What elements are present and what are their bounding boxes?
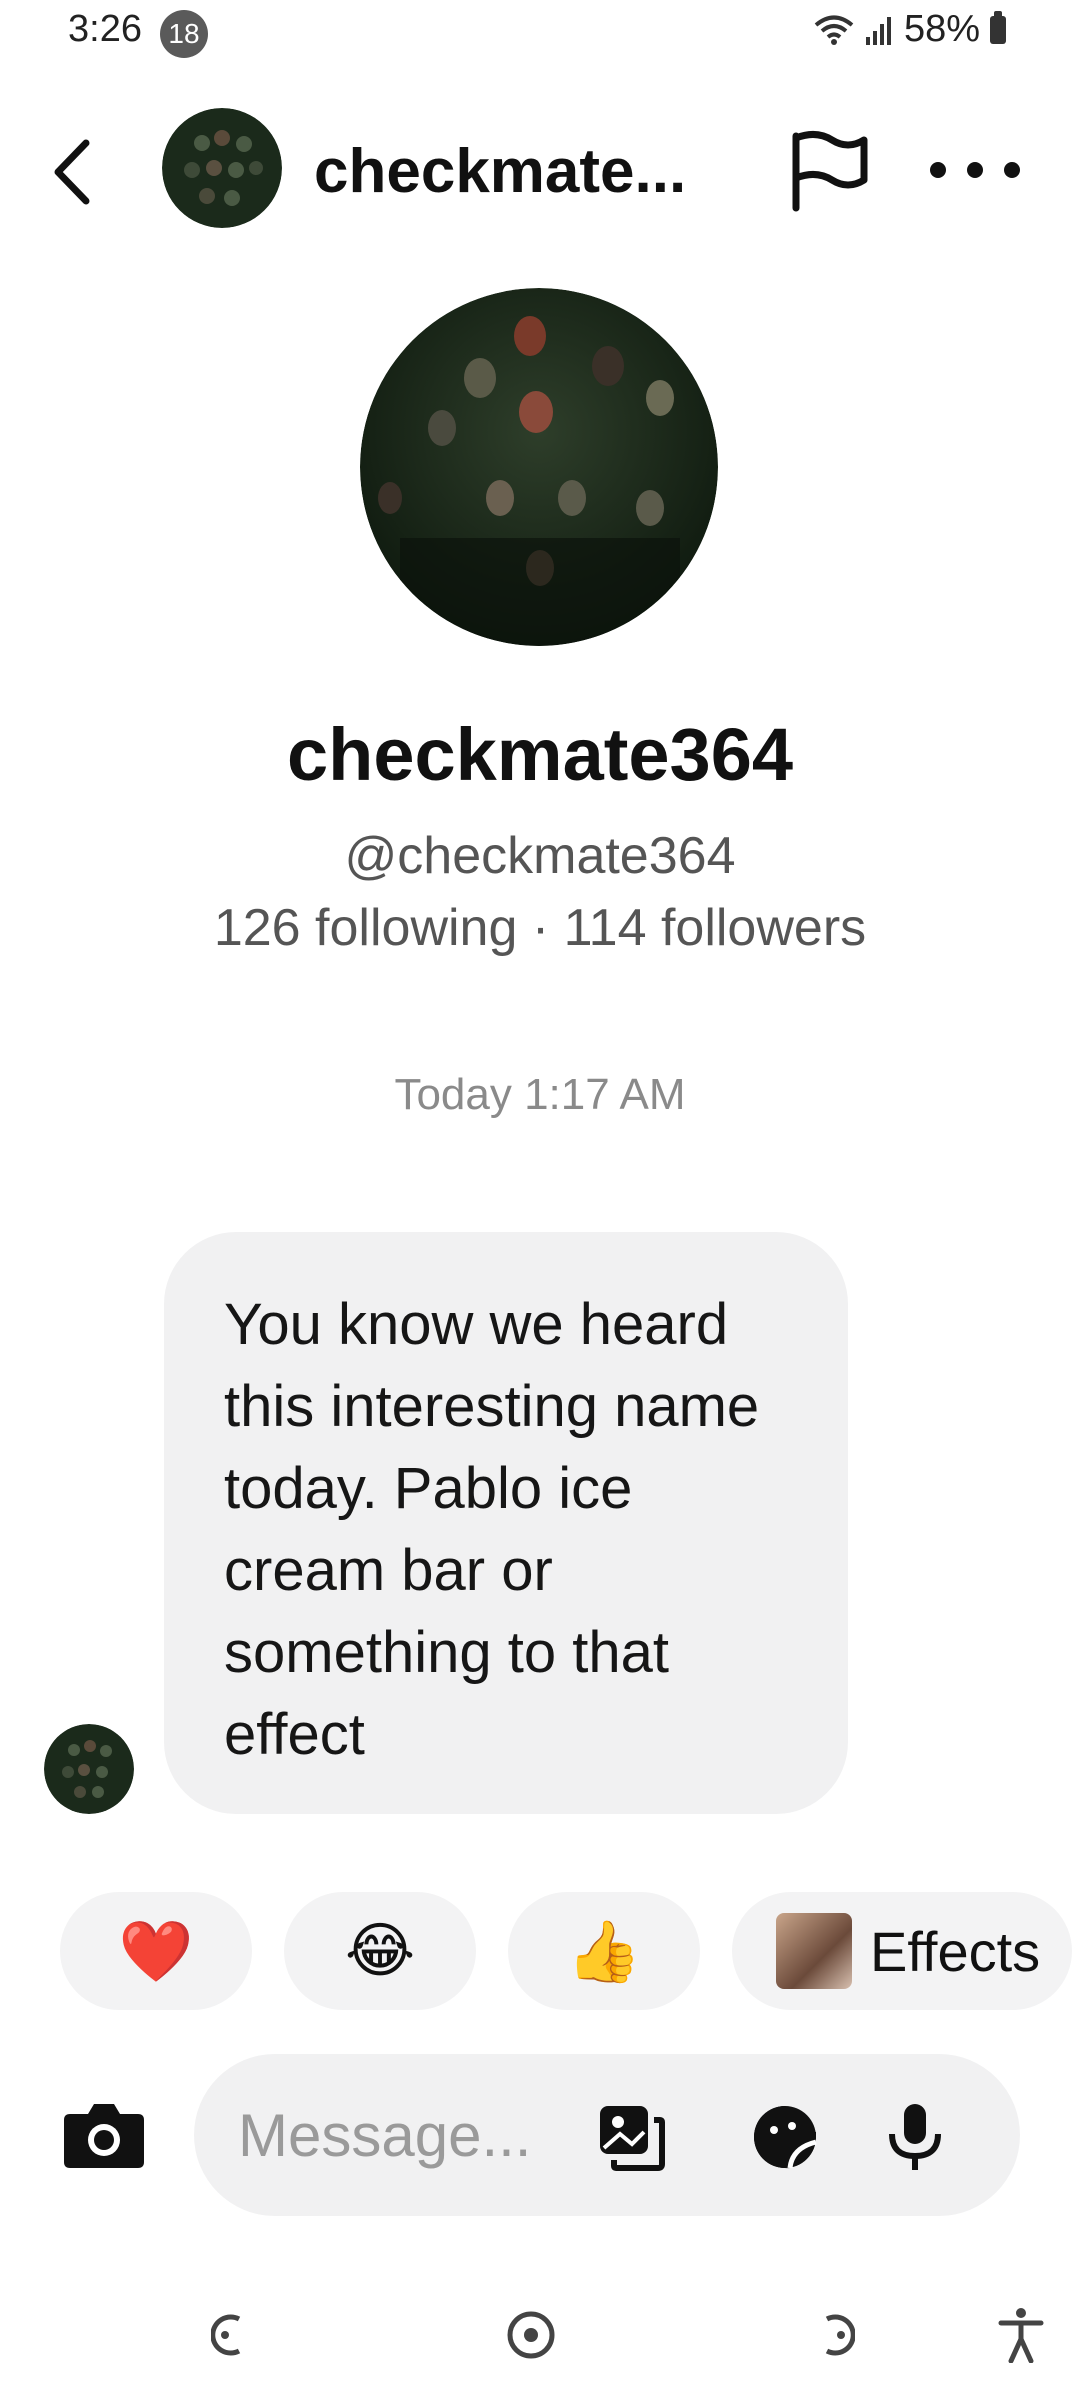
accessibility-icon[interactable] [986,2300,1056,2370]
message-bubble[interactable]: You know we heard this interesting name … [164,1232,848,1814]
message-composer [194,2054,1020,2216]
nav-back-icon[interactable] [196,2300,266,2370]
notification-count-badge: 18 [160,10,208,58]
profile-avatar[interactable] [360,288,718,646]
nav-home-icon[interactable] [496,2300,566,2370]
status-indicators: 58% [814,8,1006,51]
dot [930,162,946,178]
reaction-laughing-button[interactable]: 😂 [284,1892,476,2010]
chevron-left-icon [54,139,90,205]
report-flag-icon[interactable] [786,128,870,212]
profile-display-name: checkmate364 [286,713,794,796]
nav-recents-icon[interactable] [800,2300,870,2370]
effects-label: Effects [870,1919,1041,1983]
profile-handle: @checkmate364 [344,827,736,885]
message-timestamp: Today 1:17 AM [394,1070,686,1119]
dot [1004,162,1020,178]
gallery-icon[interactable] [596,2102,666,2172]
reaction-thumbs-up-button[interactable]: 👍 [508,1892,700,2010]
sticker-icon[interactable] [750,2102,820,2172]
header-username[interactable]: checkmate... [314,136,686,207]
camera-icon[interactable] [60,2096,148,2172]
status-time: 3:26 [68,8,142,50]
more-options-button[interactable] [930,140,1020,200]
wifi-icon [814,15,854,45]
microphone-icon[interactable] [880,2102,950,2172]
message-input[interactable] [238,2100,598,2170]
back-button[interactable] [52,132,112,212]
effects-button[interactable]: Effects [732,1892,1072,2010]
battery-percent: 58% [903,8,980,50]
signal-icon [865,16,891,45]
battery-icon [990,10,1006,44]
dot [967,162,983,178]
header-avatar[interactable] [162,108,282,228]
sender-avatar[interactable] [44,1724,134,1814]
quick-reactions: ❤️ 😂 👍 Effects [60,1892,1072,2010]
reaction-heart-button[interactable]: ❤️ [60,1892,252,2010]
effects-thumbnail [776,1913,852,1989]
profile-stats: 126 following · 114 followers [213,899,867,957]
